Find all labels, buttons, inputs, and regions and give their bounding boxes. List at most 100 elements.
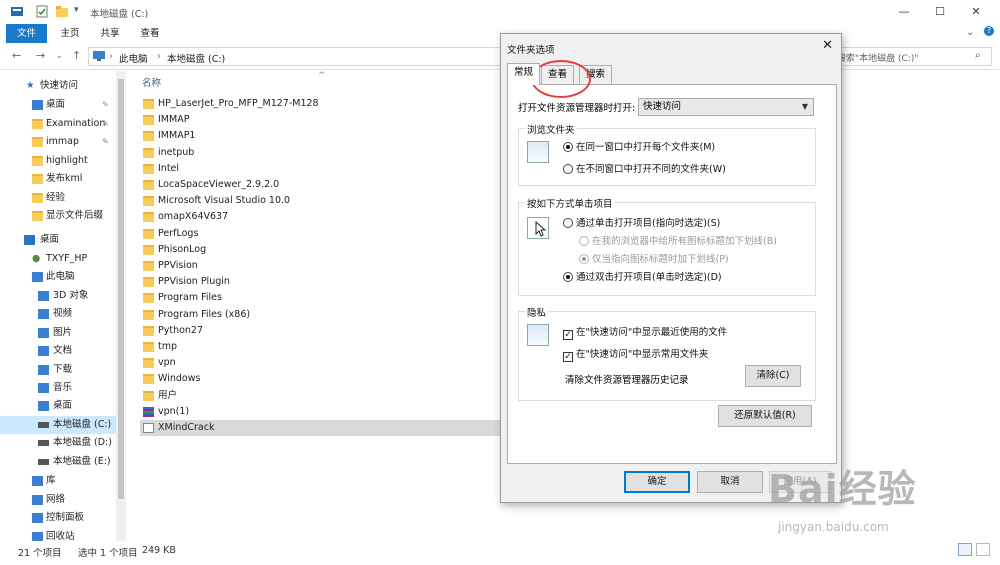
checkbox-show-frequent[interactable]: ✓ 在"快速访问"中显示常用文件夹	[563, 346, 708, 362]
file-row[interactable]: vpn(1)	[140, 404, 500, 420]
navigation-pane: ★ 快速访问 桌面 ✎ Examination ✎ immap ✎ highlight 发布k…	[0, 71, 126, 542]
file-row[interactable]: PPVision	[140, 258, 500, 274]
clear-button[interactable]: 清除(C)	[745, 365, 801, 387]
nav-bottom-item-1[interactable]: 网络	[0, 491, 124, 509]
file-name: LocaSpaceViewer_2.9.2.0	[158, 179, 280, 190]
nav-pc-item-2[interactable]: 图片	[0, 324, 124, 342]
nav-pc-item-9[interactable]: 本地磁盘 (E:)	[0, 453, 124, 471]
sort-ascending-icon[interactable]: ^	[318, 71, 326, 81]
file-row[interactable]: PerfLogs	[140, 226, 500, 242]
properties-icon[interactable]	[36, 5, 48, 21]
help-icon[interactable]: ?	[984, 26, 994, 36]
dialog-close-icon[interactable]: ✕	[822, 38, 833, 53]
file-row[interactable]: vpn	[140, 355, 500, 371]
file-row[interactable]: HP_LaserJet_Pro_MFP_M127-M128	[140, 96, 500, 112]
file-row[interactable]: Intel	[140, 161, 500, 177]
radio-new-window[interactable]: 在不同窗口中打开不同的文件夹(W)	[563, 161, 726, 175]
nav-bottom-item-2[interactable]: 控制面板	[0, 509, 124, 527]
restore-defaults-button[interactable]: 还原默认值(R)	[718, 405, 812, 427]
radio-underline-all[interactable]: 在我的浏览器中给所有图标标题加下划线(B)	[579, 233, 777, 247]
cancel-button[interactable]: 取消	[697, 471, 763, 493]
pin-icon[interactable]: ✎	[102, 133, 109, 151]
nav-quick-item-2[interactable]: immap ✎	[0, 133, 124, 151]
nav-quick-item-5[interactable]: 经验	[0, 189, 124, 207]
breadcrumb-this-pc[interactable]: 此电脑	[119, 51, 148, 65]
tab-general[interactable]: 常规	[507, 63, 541, 85]
tab-view[interactable]: 查看	[132, 24, 168, 43]
file-row[interactable]: Program Files	[140, 290, 500, 306]
checkbox-show-recent[interactable]: ✓ 在"快速访问"中显示最近使用的文件	[563, 324, 727, 340]
nav-scrollbar[interactable]	[116, 71, 126, 541]
radio-underline-hover[interactable]: 仅当指向图标标题时加下划线(P)	[579, 251, 729, 265]
pin-icon[interactable]: ✎	[102, 96, 109, 114]
close-button[interactable]: ✕	[958, 0, 994, 24]
open-in-select[interactable]: 快速访问 ▼	[638, 98, 814, 116]
file-row[interactable]: IMMAP1	[140, 128, 500, 144]
nav-pc-item-1[interactable]: 视频	[0, 305, 124, 323]
radio-single-click[interactable]: 通过单击打开项目(指向时选定)(S)	[563, 215, 720, 229]
quick-access-toolbar-icon[interactable]	[10, 5, 24, 20]
nav-pc-item-5[interactable]: 音乐	[0, 379, 124, 397]
file-row[interactable]: PPVision Plugin	[140, 274, 500, 290]
file-row[interactable]: IMMAP	[140, 112, 500, 128]
maximize-button[interactable]: ☐	[922, 0, 958, 24]
ok-button[interactable]: 确定	[624, 471, 690, 493]
nav-pc-item-3[interactable]: 文档	[0, 342, 124, 360]
file-row[interactable]: Microsoft Visual Studio 10.0	[140, 193, 500, 209]
file-name: vpn(1)	[158, 405, 190, 417]
nav-desktop-root[interactable]: 桌面	[0, 231, 124, 249]
file-row[interactable]: XMindCrack	[140, 420, 500, 436]
baidu-jingyan-watermark: Bai经验 jingyan.baidu.com	[768, 450, 988, 545]
this-pc-icon	[93, 51, 105, 65]
back-icon[interactable]: ←	[12, 49, 21, 62]
search-input[interactable]: 搜索"本地磁盘 (C:)"	[832, 47, 992, 66]
customize-quick-access-icon[interactable]: ▾	[74, 5, 79, 15]
folder-icon	[143, 228, 154, 239]
file-row[interactable]: 用户	[140, 388, 500, 404]
tab-share[interactable]: 共享	[92, 24, 128, 43]
search-icon[interactable]: ⌕	[975, 50, 981, 61]
nav-pc-item-8[interactable]: 本地磁盘 (D:)	[0, 434, 124, 452]
minimize-button[interactable]: —	[886, 0, 922, 24]
file-row[interactable]: Windows	[140, 371, 500, 387]
nav-quick-access[interactable]: ★ 快速访问	[0, 77, 124, 95]
folder-icon	[32, 137, 43, 147]
up-icon[interactable]: ↑	[72, 49, 81, 62]
new-folder-icon[interactable]	[56, 5, 68, 20]
folder-icon	[143, 374, 154, 385]
nav-quick-item-3[interactable]: highlight	[0, 152, 124, 170]
radio-same-window[interactable]: 在同一窗口中打开每个文件夹(M)	[563, 139, 715, 153]
nav-user[interactable]: ● TXYF_HP	[0, 250, 124, 268]
file-row[interactable]: LocaSpaceViewer_2.9.2.0	[140, 177, 500, 193]
file-row[interactable]: Python27	[140, 323, 500, 339]
nav-pc-item-4[interactable]: 下载	[0, 361, 124, 379]
expand-ribbon-icon[interactable]: ⌄	[966, 27, 974, 38]
nav-quick-item-0[interactable]: 桌面 ✎	[0, 96, 124, 114]
nav-bottom-item-0[interactable]: 库	[0, 472, 124, 490]
nav-pc-item-6[interactable]: 桌面	[0, 397, 124, 415]
forward-icon[interactable]: →	[36, 49, 45, 62]
desktop-icon	[32, 100, 43, 110]
selected-count: 选中 1 个项目	[78, 548, 138, 559]
breadcrumb-drive-c[interactable]: 本地磁盘 (C:)	[167, 51, 225, 65]
nav-quick-item-1[interactable]: Examination ✎	[0, 115, 124, 133]
file-row[interactable]: omapX64V637	[140, 209, 500, 225]
nav-quick-item-6[interactable]: 显示文件后缀	[0, 207, 124, 225]
radio-double-click[interactable]: 通过双击打开项目(单击时选定)(D)	[563, 269, 722, 283]
nav-quick-item-4[interactable]: 发布kml	[0, 170, 124, 188]
file-list: ^ 名称 HP_LaserJet_Pro_MFP_M127-M128 IMMAP I…	[128, 71, 500, 541]
nav-this-pc[interactable]: 此电脑	[0, 268, 124, 286]
tab-home[interactable]: 主页	[52, 24, 88, 43]
file-row[interactable]: tmp	[140, 339, 500, 355]
nav-pc-item-0[interactable]: 3D 对象	[0, 287, 124, 305]
file-name: IMMAP1	[158, 130, 196, 142]
pin-icon[interactable]: ✎	[102, 115, 109, 133]
file-row[interactable]: inetpub	[140, 145, 500, 161]
file-row[interactable]: PhisonLog	[140, 242, 500, 258]
nav-pc-item-7[interactable]: 本地磁盘 (C:)	[0, 415, 124, 434]
recent-locations-icon[interactable]: ⌄	[56, 51, 63, 60]
tab-file[interactable]: 文件	[6, 24, 47, 43]
file-row[interactable]: Program Files (x86)	[140, 307, 500, 323]
nav-scrollbar-thumb[interactable]	[118, 79, 124, 499]
column-header-name[interactable]: 名称	[142, 75, 161, 89]
